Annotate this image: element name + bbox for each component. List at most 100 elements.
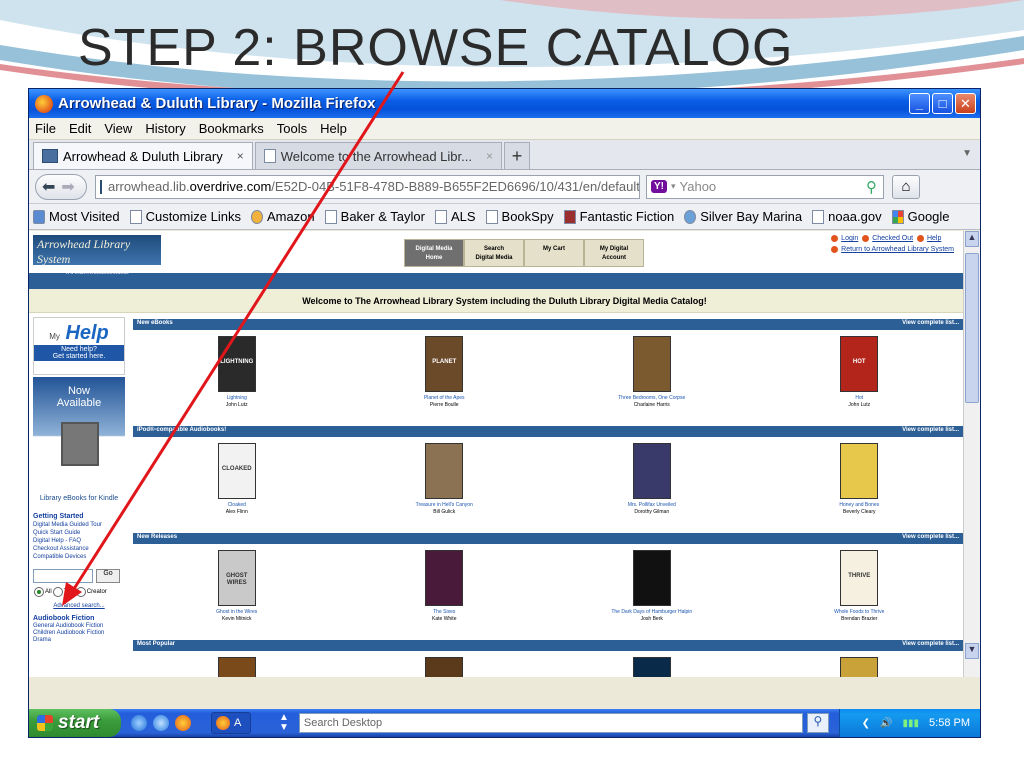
tab-close-icon[interactable]: × — [237, 149, 244, 163]
bookmark-noaa[interactable]: noaa.gov — [812, 209, 882, 224]
book-item[interactable]: LIGHTNING Lightning John Lutz — [157, 336, 317, 426]
book-cover-image[interactable] — [632, 443, 671, 499]
menu-help[interactable]: Help — [320, 121, 347, 136]
desktop-search-input[interactable]: Search Desktop — [298, 713, 803, 733]
book-title-link[interactable]: The Sixes — [364, 609, 524, 616]
view-complete-list-link[interactable]: View complete list... — [902, 320, 959, 329]
book-title-link[interactable]: Cloaked — [157, 502, 317, 509]
book-cover-image[interactable]: CLOAKED — [217, 443, 256, 499]
advanced-search-link[interactable]: Advanced search... — [33, 603, 125, 609]
book-title-link[interactable]: Treasure in Hell's Canyon — [364, 502, 524, 509]
book-item[interactable] — [572, 657, 732, 677]
window-titlebar[interactable]: Arrowhead & Duluth Library - Mozilla Fir… — [29, 89, 980, 118]
menu-tools[interactable]: Tools — [277, 121, 307, 136]
maximize-button[interactable]: □ — [932, 93, 953, 114]
book-title-link[interactable]: Planet of the Apes — [364, 395, 524, 402]
bookmark-als[interactable]: ALS — [434, 209, 476, 224]
bookmark-silver-bay-marina[interactable]: Silver Bay Marina — [684, 209, 802, 224]
url-bar[interactable]: arrowhead.lib. overdrive.com /E52D-04B-5… — [95, 174, 640, 199]
book-cover-image[interactable] — [632, 550, 671, 606]
book-cover-image[interactable]: GHOST WIRES — [217, 550, 256, 606]
book-item[interactable]: THRIVE Whole Foods to Thrive Brendan Brazi… — [779, 550, 939, 640]
start-button[interactable]: start — [29, 709, 121, 737]
category-link[interactable]: Drama — [33, 637, 125, 644]
category-link[interactable]: Children Audiobook Fiction — [33, 630, 125, 637]
radio-all[interactable] — [34, 587, 44, 597]
menu-bookmarks[interactable]: Bookmarks — [199, 121, 264, 136]
book-title-link[interactable]: Hot — [779, 395, 939, 402]
site-tab-my-account[interactable]: My Digital Account — [584, 239, 644, 267]
site-identity-icon[interactable] — [100, 179, 102, 194]
menu-view[interactable]: View — [104, 121, 132, 136]
scroll-up-arrow[interactable]: ▲ — [965, 231, 979, 247]
book-cover-image[interactable] — [632, 336, 671, 392]
back-arrow-icon[interactable]: ⬅ — [42, 177, 55, 197]
site-tab-search[interactable]: Search Digital Media — [464, 239, 524, 267]
desktop-search-icon[interactable]: ⚲ — [806, 713, 829, 733]
firefox-icon[interactable] — [175, 715, 191, 731]
bookmark-google[interactable]: Google — [891, 209, 950, 224]
myhelp-box[interactable]: My Help Need help? Get started here. — [33, 317, 125, 375]
book-title-link[interactable]: Ghost in the Wires — [157, 609, 317, 616]
scroll-down-arrow[interactable]: ▼ — [965, 643, 979, 659]
book-item[interactable]: GHOST WIRES Ghost in the Wires Kevin Mitni… — [157, 550, 317, 640]
book-item[interactable]: HOT Hot John Lutz — [779, 336, 939, 426]
bookmark-fantastic-fiction[interactable]: Fantastic Fiction — [563, 209, 674, 224]
gs-link[interactable]: Compatible Devices — [33, 553, 125, 561]
book-item[interactable]: CLOAKED Cloaked Alex Flinn — [157, 443, 317, 533]
book-cover-image[interactable] — [425, 550, 464, 606]
ie-icon-2[interactable] — [153, 715, 169, 731]
help-link[interactable]: Help — [927, 235, 941, 242]
book-item[interactable]: PLUM — [779, 657, 939, 677]
tray-arrow-icon[interactable]: ❮ — [862, 718, 870, 729]
ie-icon[interactable] — [131, 715, 147, 731]
bookmark-baker-taylor[interactable]: Baker & Taylor — [324, 209, 425, 224]
bookmark-customize-links[interactable]: Customize Links — [129, 209, 241, 224]
book-title-link[interactable]: Three Bedrooms, One Corpse — [572, 395, 732, 402]
volume-icon[interactable]: 🔊 — [880, 718, 892, 729]
book-item[interactable]: Mrs. Pollifax Unveiled Dorothy Gilman — [572, 443, 732, 533]
book-item[interactable]: EVANOVICH — [157, 657, 317, 677]
book-cover-image[interactable]: EVANOVICH — [217, 657, 256, 677]
tab-welcome[interactable]: Welcome to the Arrowhead Libr... × — [254, 142, 502, 169]
network-signal-icon[interactable]: ▮▮▮ — [903, 718, 920, 729]
view-complete-list-link[interactable]: View complete list... — [902, 641, 959, 650]
book-item[interactable]: Honey and Bones Beverly Cleary — [779, 443, 939, 533]
book-item[interactable]: Three Bedrooms, One Corpse Charlaine Harr… — [572, 336, 732, 426]
search-engine-dropdown-icon[interactable]: ▾ — [671, 181, 676, 192]
book-title-link[interactable]: Whole Foods to Thrive — [779, 609, 939, 616]
view-complete-list-link[interactable]: View complete list... — [902, 534, 959, 543]
book-cover-image[interactable] — [632, 657, 671, 677]
return-link[interactable]: Return to Arrowhead Library System — [841, 246, 954, 253]
book-title-link[interactable]: Lightning — [157, 395, 317, 402]
forward-arrow-icon[interactable]: ➡ — [61, 177, 74, 197]
login-link[interactable]: Login — [841, 235, 858, 242]
bookmark-most-visited[interactable]: Most Visited — [33, 209, 120, 224]
book-cover-image[interactable] — [840, 443, 879, 499]
book-cover-image[interactable] — [425, 657, 464, 677]
book-cover-image[interactable]: PLUM — [840, 657, 879, 677]
tab-list-icon[interactable]: ▼ — [962, 148, 972, 159]
radio-creator[interactable] — [75, 587, 86, 597]
home-button[interactable]: ⌂ — [892, 174, 920, 199]
search-bar[interactable]: Y! ▾ Yahoo ⚲ — [646, 174, 884, 199]
back-forward-buttons[interactable]: ⬅ ➡ — [35, 173, 87, 200]
scroll-thumb[interactable] — [965, 253, 979, 403]
book-cover-image[interactable] — [425, 443, 464, 499]
book-item[interactable]: The Sixes Kate White — [364, 550, 524, 640]
site-tab-my-cart[interactable]: My Cart — [524, 239, 584, 267]
book-item[interactable]: Treasure in Hell's Canyon Bill Gulick — [364, 443, 524, 533]
taskbar-firefox-app[interactable]: A — [211, 712, 251, 734]
site-logo[interactable]: Arrowhead Library System www.arrowhead.l… — [33, 235, 161, 276]
book-title-link[interactable]: The Dark Days of Hamburger Halpin — [572, 609, 732, 616]
book-cover-image[interactable]: PLANET — [425, 336, 464, 392]
site-tab-digital-media-home[interactable]: Digital Media Home — [404, 239, 464, 267]
minimize-button[interactable]: _ — [909, 93, 930, 114]
book-title-link[interactable]: Mrs. Pollifax Unveiled — [572, 502, 732, 509]
category-heading[interactable]: Audiobook Fiction — [33, 615, 94, 622]
go-button[interactable]: Go — [96, 569, 120, 583]
menu-history[interactable]: History — [145, 121, 185, 136]
quick-search-input[interactable] — [33, 569, 93, 583]
taskbar-scroll-arrows[interactable]: ▲ ▼ — [279, 713, 289, 733]
new-tab-button[interactable]: + — [503, 142, 530, 169]
